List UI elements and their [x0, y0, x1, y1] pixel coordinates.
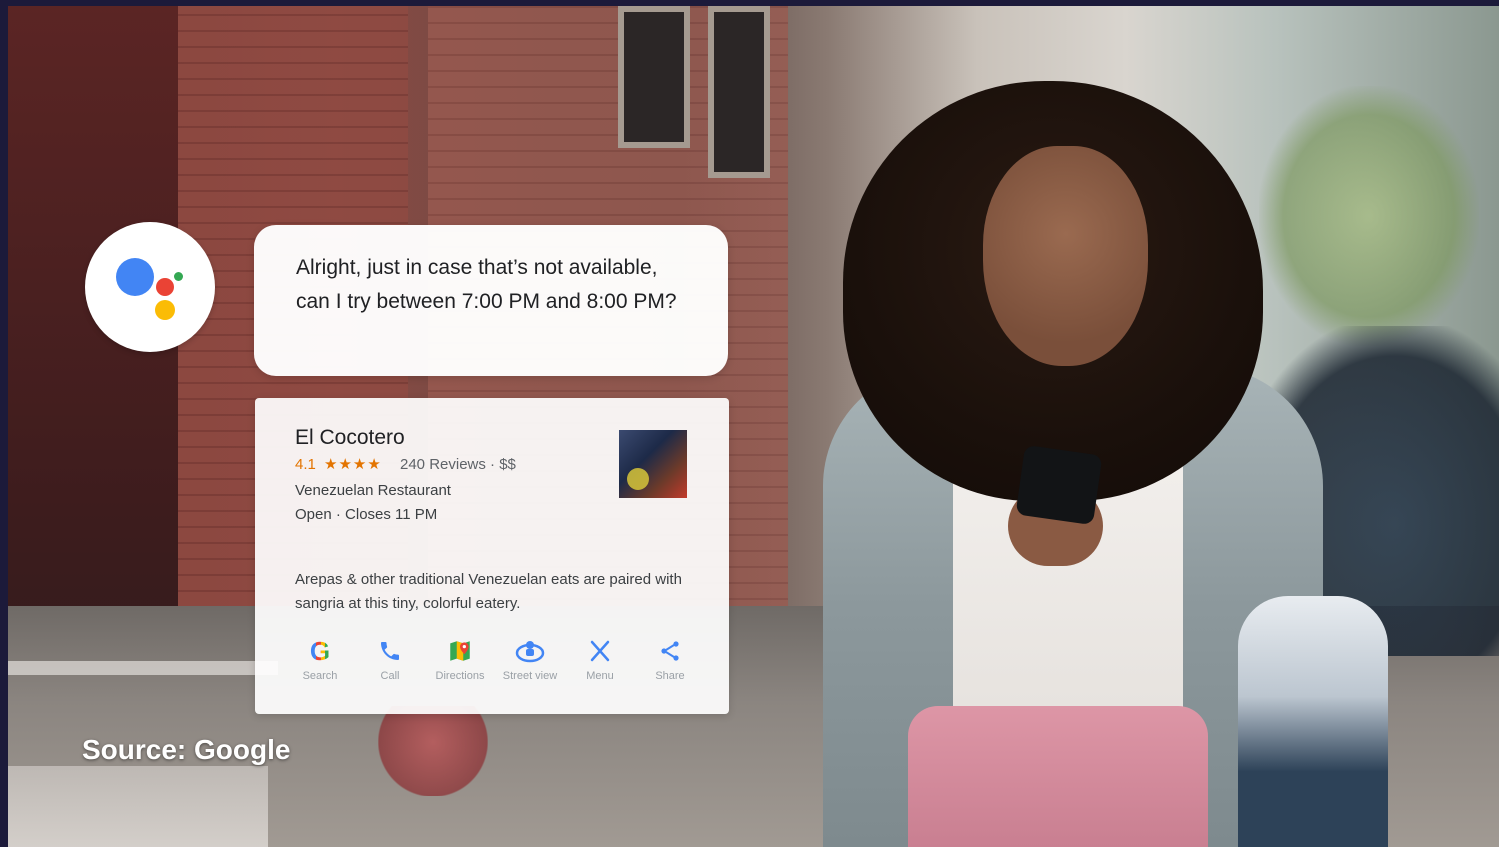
assistant-dot-green: [174, 272, 183, 281]
street-view-label: Street view: [502, 670, 558, 682]
google-assistant-icon: [85, 222, 215, 352]
tree: [1259, 86, 1479, 346]
street-view-icon: [515, 636, 545, 666]
assistant-message-text: Alright, just in case that’s not availab…: [296, 256, 677, 313]
assistant-dot-blue: [116, 258, 154, 296]
source-caption: Source: Google: [82, 734, 291, 765]
red-object: [378, 706, 488, 796]
menu-label: Menu: [586, 670, 614, 682]
search-button[interactable]: G Search: [285, 636, 355, 696]
place-hours: Open · Closes 11 PM: [295, 506, 438, 523]
rating-value: 4.1: [295, 456, 316, 473]
assistant-dot-red: [156, 278, 174, 296]
share-label: Share: [655, 670, 685, 682]
carried-coat: [1238, 596, 1388, 847]
call-button[interactable]: Call: [355, 636, 425, 696]
place-type: Venezuelan Restaurant: [295, 482, 451, 499]
star-rating-icon: ★★★★: [324, 456, 382, 473]
maps-icon: [447, 636, 473, 666]
assistant-dot-yellow: [155, 300, 175, 320]
video-frame: [8, 6, 1499, 847]
street-view-button[interactable]: Street view: [495, 636, 565, 696]
utensils-icon: [588, 636, 612, 666]
directions-button[interactable]: Directions: [425, 636, 495, 696]
smartphone: [1015, 444, 1103, 526]
place-card[interactable]: El Cocotero 4.1 ★★★★ 240 Reviews · $$ Ve…: [255, 398, 729, 714]
railing-lower: [8, 766, 268, 847]
street-background: [8, 6, 1499, 847]
phone-icon: [378, 636, 402, 666]
share-icon: [658, 636, 682, 666]
woman-skirt: [908, 706, 1208, 847]
reviews-count[interactable]: 240 Reviews · $$: [400, 456, 516, 473]
menu-button[interactable]: Menu: [565, 636, 635, 696]
call-label: Call: [380, 670, 400, 682]
directions-label: Directions: [435, 670, 485, 682]
railing: [8, 661, 278, 675]
woman-face: [983, 146, 1148, 366]
window: [618, 6, 690, 148]
rating-row: 4.1 ★★★★ 240 Reviews · $$: [295, 455, 516, 473]
window: [708, 6, 770, 178]
search-label: Search: [302, 670, 338, 682]
assistant-message-bubble: Alright, just in case that’s not availab…: [254, 225, 728, 376]
place-name[interactable]: El Cocotero: [295, 426, 405, 450]
place-description: Arepas & other traditional Venezuelan ea…: [295, 571, 682, 612]
google-g-icon: G: [309, 635, 331, 666]
action-bar: G Search Call Directions Street view Men…: [285, 636, 705, 696]
share-button[interactable]: Share: [635, 636, 705, 696]
place-photo[interactable]: [619, 430, 687, 498]
